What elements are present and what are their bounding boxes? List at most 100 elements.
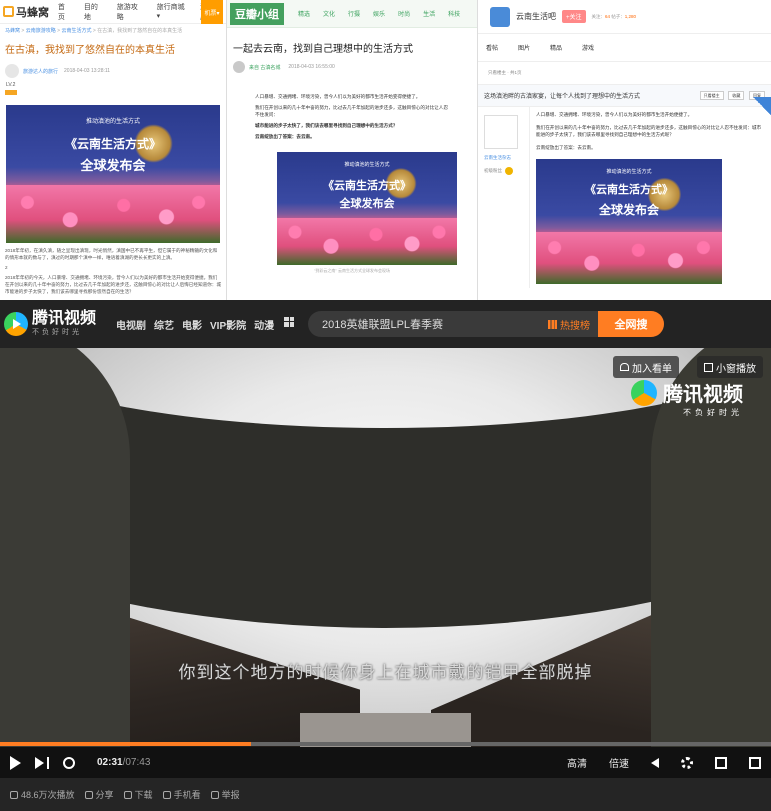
author-name[interactable]: 旅游达人的旅行 — [23, 68, 58, 75]
play-icon[interactable] — [10, 755, 21, 770]
breadcrumb-item[interactable]: 云南生活方式 — [61, 28, 91, 34]
add-to-watchlist-button[interactable]: 加入看单 — [613, 356, 679, 378]
nav-item[interactable]: 娱乐 — [373, 9, 385, 18]
tab-featured[interactable]: 精品 — [550, 43, 562, 52]
tencent-video-logo[interactable]: 腾讯视频 不负好时光 — [4, 311, 96, 337]
breadcrumb-item[interactable]: 马蜂窝 — [5, 28, 20, 34]
more-grid-icon[interactable] — [284, 316, 295, 327]
paragraph: 人口暴增、交通拥堵、环境污染，曾今人们以为美好的都市生活开始便捷了。 — [536, 112, 693, 117]
tencent-video-player: 腾讯视频 不负好时光 电视剧 综艺 电影 VIP影院 动漫 2018英雄联盟LP… — [0, 300, 771, 811]
photo-banner-line1: 《云南生活方式》 — [585, 183, 673, 196]
theater-mode-icon[interactable] — [715, 756, 727, 769]
nav-item[interactable]: 首页 — [58, 2, 72, 22]
only-op-button[interactable]: 只看楼主 — [699, 90, 724, 100]
photo-subtitle: 推动滇池的生活方式 — [606, 169, 652, 175]
loop-icon[interactable] — [63, 756, 75, 769]
video-frame[interactable]: 腾讯视频 不负好时光 加入看单 小窗播放 你到这个地方的时候你身上在城市戴的铠甲… — [0, 348, 771, 753]
forum-tabs: 看帖 图片 精品 游戏 — [478, 34, 771, 62]
nav-item[interactable]: 文化 — [323, 9, 335, 18]
nav-vip[interactable]: VIP影院 — [210, 317, 246, 332]
search-button[interactable]: 全网搜 — [598, 311, 664, 337]
mafengwo-logo-icon — [3, 6, 14, 17]
article-meta: 来自 古滇名城 2018-04-03 16:55:00 — [227, 59, 477, 75]
mini-player-button[interactable]: 小窗播放 — [697, 356, 763, 378]
nav-item[interactable]: 生活 — [423, 9, 435, 18]
tab-images[interactable]: 图片 — [518, 43, 530, 52]
report-button[interactable]: 举报 — [210, 788, 240, 801]
avatar[interactable] — [484, 115, 518, 149]
hot-search-label: 热搜榜 — [560, 320, 590, 332]
nav-item[interactable]: 旅行商城▾ — [157, 2, 188, 22]
paragraph: 2018年年初的今天，人口暴增、交通拥堵、环境污染，曾今人们以为美好的都市生活开… — [5, 275, 221, 294]
nav-item[interactable]: 时尚 — [398, 9, 410, 18]
arch-left-wall — [0, 348, 130, 753]
mafengwo-logo-text: 马蜂窝 — [16, 6, 49, 19]
mini-player-label: 小窗播放 — [716, 363, 756, 375]
photo-banner-line2: 全球发布会 — [80, 157, 146, 173]
nav-item[interactable]: 目的地 — [84, 2, 105, 22]
photo-subtitle: 推动滇池的生活方式 — [85, 119, 140, 126]
paragraph: 人口暴增、交通拥堵、环境污染，曾今人们以为美好的都市生活开始变得便捷了。 — [255, 94, 421, 99]
search-bar: 2018英雄联盟LPL春季赛 热搜榜 全网搜 — [308, 311, 664, 337]
tab-games[interactable]: 游戏 — [582, 43, 594, 52]
brand-slogan: 不负好时光 — [32, 329, 82, 336]
fullscreen-icon[interactable] — [749, 756, 761, 769]
thread-info: 只看楼主 · 共1页 — [488, 70, 522, 75]
nav-item[interactable]: 行摄 — [348, 9, 360, 18]
avatar[interactable] — [5, 64, 19, 78]
author-name[interactable]: 来自 古滇名城 — [249, 64, 280, 71]
share-label: 分享 — [95, 790, 114, 800]
mafengwo-logo[interactable]: 马蜂窝 — [0, 4, 58, 20]
stats-label: 帖子： — [610, 13, 625, 19]
photo-banner-line1: 《云南生活方式》 — [64, 137, 161, 152]
post-date: 2018-04-03 13:28:11 — [64, 68, 111, 74]
favorite-button[interactable]: 收藏 — [728, 90, 745, 100]
category-nav: 电视剧 综艺 电影 VIP影院 动漫 — [116, 316, 302, 332]
mobile-watch-label: 手机看 — [173, 790, 201, 800]
mobile-watch-button[interactable]: 手机看 — [162, 788, 201, 801]
breadcrumb-item[interactable]: 云南旅游攻略 — [26, 28, 56, 34]
nav-item[interactable]: 科技 — [448, 9, 460, 18]
follow-button[interactable]: +关注 — [562, 10, 586, 23]
progress-bar[interactable] — [0, 742, 771, 746]
nav-item[interactable]: 精选 — [298, 9, 310, 18]
report-icon — [210, 790, 219, 799]
popout-icon — [704, 362, 713, 372]
nav-anime[interactable]: 动漫 — [254, 317, 274, 332]
forum-logo-icon[interactable] — [490, 6, 510, 27]
stats-posts: 1,280 — [624, 13, 637, 19]
paragraph: 我们在开创以来的几十年中奋的努力，比过去几千年加起的进步还多，这触目惊心的对比让… — [255, 105, 448, 117]
event-photo: 推动滇池的生活方式 《云南生活方式》 全球发布会 — [277, 152, 457, 265]
nav-item[interactable]: 旅游攻略 — [117, 2, 145, 22]
search-input[interactable]: 2018英雄联盟LPL春季赛 — [308, 316, 548, 332]
play-count: 48.6万次播放 — [10, 788, 75, 801]
event-photo: 推动滇池的生活方式 《云南生活方式》 全球发布会 — [6, 105, 220, 243]
paragraph: 2018年年初，在滇久滇，随之呈现出滇现，时光悄然，滇国中已不再平生，但它属于的… — [5, 248, 218, 260]
douban-logo[interactable]: 豆瓣小组 — [230, 2, 284, 25]
download-button[interactable]: 下载 — [123, 788, 153, 801]
tab-posts[interactable]: 看帖 — [486, 43, 498, 52]
nav-movie[interactable]: 电影 — [182, 317, 202, 332]
forum-stats: 关注：64 帖子：1,280 — [592, 14, 637, 20]
paragraph-bold: 城市能进的步子太快了，我们该去哪里寻找到自己理想中的生活方式？ — [255, 123, 398, 128]
level-badge-icon — [5, 90, 17, 95]
video-subtitle: 你到这个地方的时候你身上在城市戴的铠甲全部脱掉 — [178, 663, 593, 682]
photo-caption: "到彩云之南" 云南生活方式全球发布会现场 — [314, 268, 390, 273]
brand-name: 腾讯视频 — [32, 310, 97, 327]
avatar[interactable] — [233, 61, 245, 73]
flight-menu-button[interactable]: 机票▾ — [201, 0, 223, 24]
quality-button[interactable]: 高清 — [567, 755, 587, 770]
nav-tv[interactable]: 电视剧 — [116, 317, 146, 332]
share-button[interactable]: 分享 — [84, 788, 114, 801]
speed-button[interactable]: 倍速 — [609, 755, 629, 770]
settings-gear-icon[interactable] — [681, 756, 693, 769]
poster-name[interactable]: 云南生活杂志 — [484, 155, 523, 161]
watermark-brand: 腾讯视频 — [631, 378, 743, 407]
flower-field — [6, 185, 220, 243]
next-icon[interactable] — [35, 756, 49, 769]
forum-name[interactable]: 云南生活吧 — [516, 11, 556, 22]
volume-icon[interactable] — [651, 757, 659, 768]
hot-search-link[interactable]: 热搜榜 — [548, 317, 590, 332]
nav-variety[interactable]: 综艺 — [154, 317, 174, 332]
phone-icon — [162, 790, 171, 799]
